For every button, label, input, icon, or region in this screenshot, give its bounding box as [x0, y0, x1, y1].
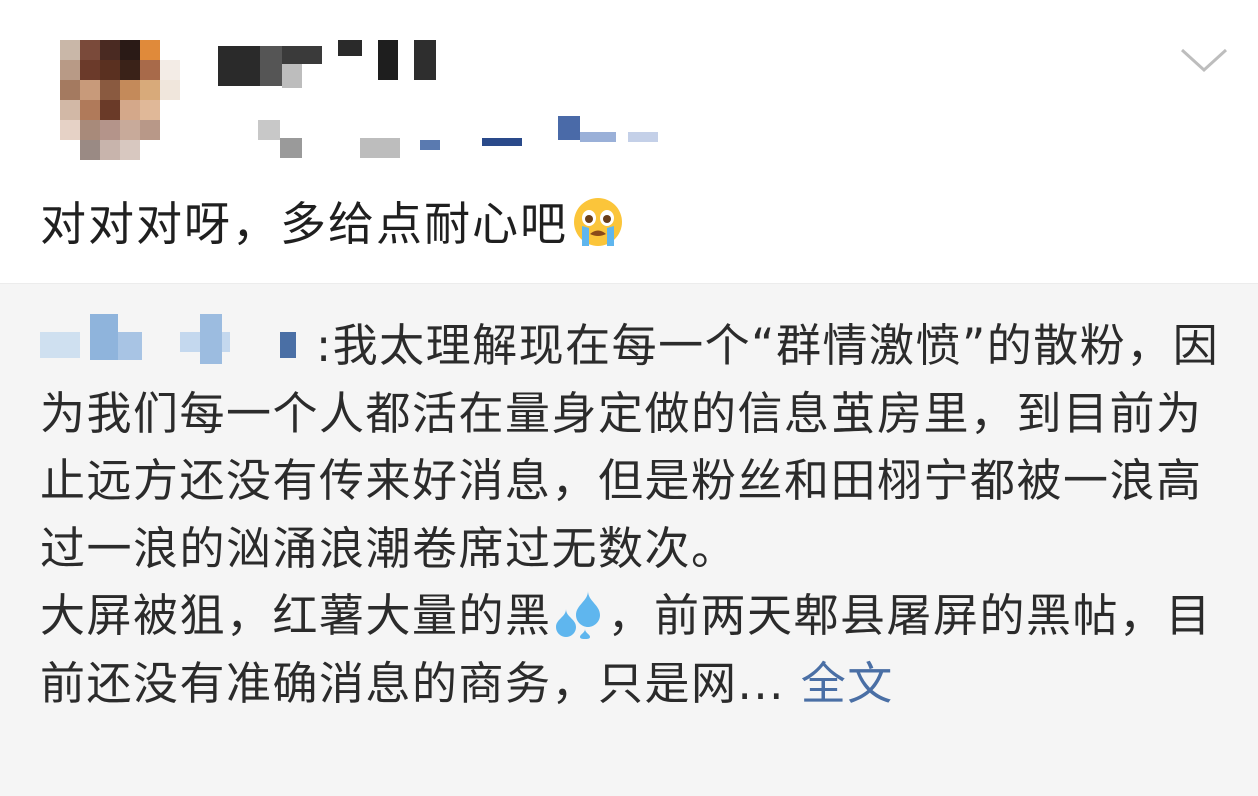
post-text-content: 对对对呀，多给点耐心吧	[40, 197, 568, 251]
sweat-drops-emoji	[552, 589, 608, 639]
post-header	[0, 0, 1258, 180]
full-text-link[interactable]: 全文	[801, 657, 894, 710]
repost-text: :我太理解现在每一个“群情激愤”的散粉，因为我们每一个人都活在量身定做的信息茧房…	[40, 312, 1230, 717]
chevron-down-icon[interactable]	[1176, 40, 1232, 80]
username-blurred[interactable]	[218, 40, 448, 88]
repost-paragraph-2: 大屏被狙，红薯大量的黑 ，前两天郫县屠屏的黑帖，目前还没有准确消息的商务，只是网…	[40, 582, 1230, 717]
post-meta-blurred	[258, 112, 678, 160]
crying-face-emoji	[572, 196, 624, 248]
ellipsis: ...	[737, 656, 785, 710]
avatar[interactable]	[60, 40, 180, 160]
repost-paragraph-1: :我太理解现在每一个“群情激愤”的散粉，因为我们每一个人都活在量身定做的信息茧房…	[40, 312, 1230, 582]
repost-paragraph-2-text-a: 大屏被狙，红薯大量的黑	[40, 589, 552, 642]
post-text: 对对对呀，多给点耐心吧	[40, 190, 624, 258]
repost-card[interactable]: :我太理解现在每一个“群情激愤”的散粉，因为我们每一个人都活在量身定做的信息茧房…	[0, 283, 1258, 796]
